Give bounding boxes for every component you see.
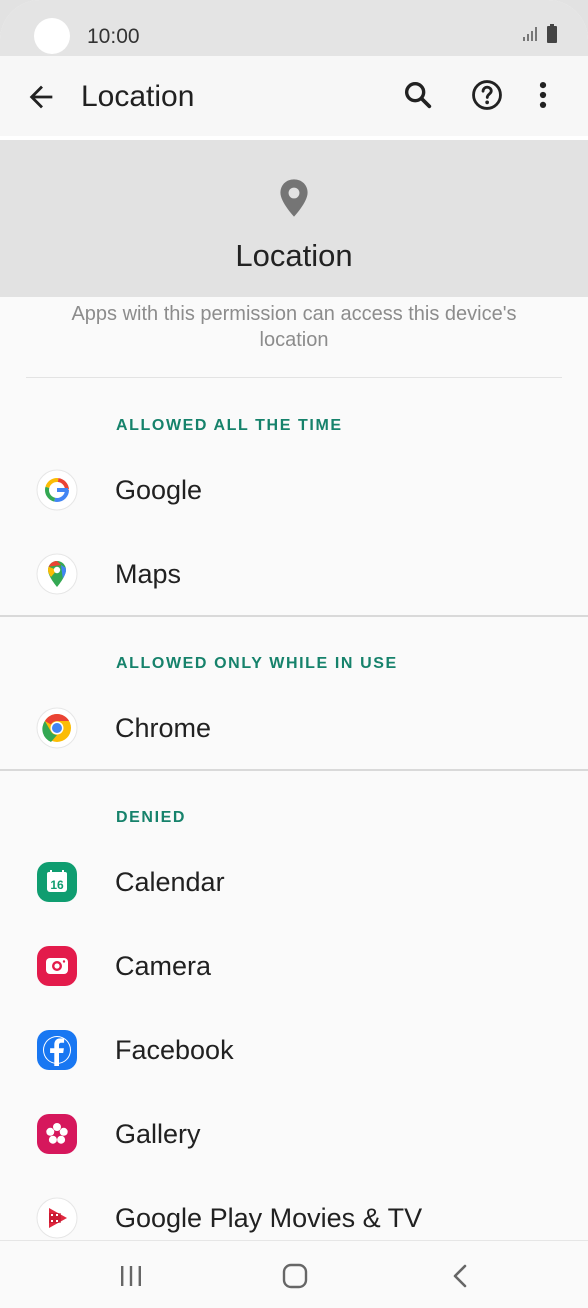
signal-icon xyxy=(523,27,537,41)
recent-apps-icon[interactable] xyxy=(116,1261,146,1291)
app-name: Maps xyxy=(115,559,182,589)
app-name: Camera xyxy=(115,951,212,981)
app-row-chrome[interactable]: Chrome xyxy=(0,686,588,770)
camera-cutout xyxy=(34,18,70,54)
search-icon[interactable] xyxy=(401,78,435,112)
home-icon[interactable] xyxy=(280,1261,310,1291)
app-row-camera[interactable]: Camera xyxy=(0,924,588,1008)
app-row-google[interactable]: Google xyxy=(0,448,588,532)
maps-icon xyxy=(36,553,78,595)
phone-screen: 10:00 Location Location Apps with this p… xyxy=(0,0,588,1308)
camera-icon xyxy=(37,946,77,986)
app-row-gallery[interactable]: Gallery xyxy=(0,1092,588,1176)
section-divider xyxy=(0,615,588,617)
app-row-calendar[interactable]: 16 Calendar xyxy=(0,840,588,924)
battery-icon xyxy=(547,24,557,43)
location-pin-icon xyxy=(280,179,308,217)
section-heading-allowed-all-time: ALLOWED ALL THE TIME xyxy=(116,417,343,434)
divider xyxy=(26,377,562,378)
app-name: Chrome xyxy=(115,713,212,743)
google-icon xyxy=(36,469,78,511)
more-options-icon[interactable] xyxy=(526,78,560,112)
calendar-icon: 16 xyxy=(37,862,77,902)
help-icon[interactable] xyxy=(470,78,504,112)
app-name: Facebook xyxy=(115,1035,234,1065)
status-bar: 10:00 xyxy=(0,0,588,56)
play-movies-icon xyxy=(36,1197,78,1239)
back-nav-icon[interactable] xyxy=(446,1261,476,1291)
section-heading-denied: DENIED xyxy=(116,809,187,826)
chrome-icon xyxy=(36,707,78,749)
section-divider xyxy=(0,769,588,771)
permission-header: Location xyxy=(0,140,588,297)
app-name: Calendar xyxy=(115,867,225,897)
gallery-icon xyxy=(37,1114,77,1154)
svg-text:16: 16 xyxy=(50,878,64,892)
app-name: Google xyxy=(115,475,203,505)
back-arrow-icon[interactable] xyxy=(24,80,58,114)
status-time: 10:00 xyxy=(87,25,140,48)
permission-description: Apps with this permission can access thi… xyxy=(71,303,517,351)
app-row-maps[interactable]: Maps xyxy=(0,532,588,616)
app-name: Google Play Movies & TV xyxy=(115,1203,423,1233)
app-bar: Location xyxy=(0,56,588,140)
navigation-bar xyxy=(0,1240,588,1308)
section-heading-allowed-while-in-use: ALLOWED ONLY WHILE IN USE xyxy=(116,655,398,672)
app-row-facebook[interactable]: Facebook xyxy=(0,1008,588,1092)
permission-title: Location xyxy=(235,238,353,273)
status-icons xyxy=(522,24,558,44)
app-name: Gallery xyxy=(115,1119,201,1149)
facebook-icon xyxy=(37,1030,77,1070)
page-title: Location xyxy=(81,80,195,113)
